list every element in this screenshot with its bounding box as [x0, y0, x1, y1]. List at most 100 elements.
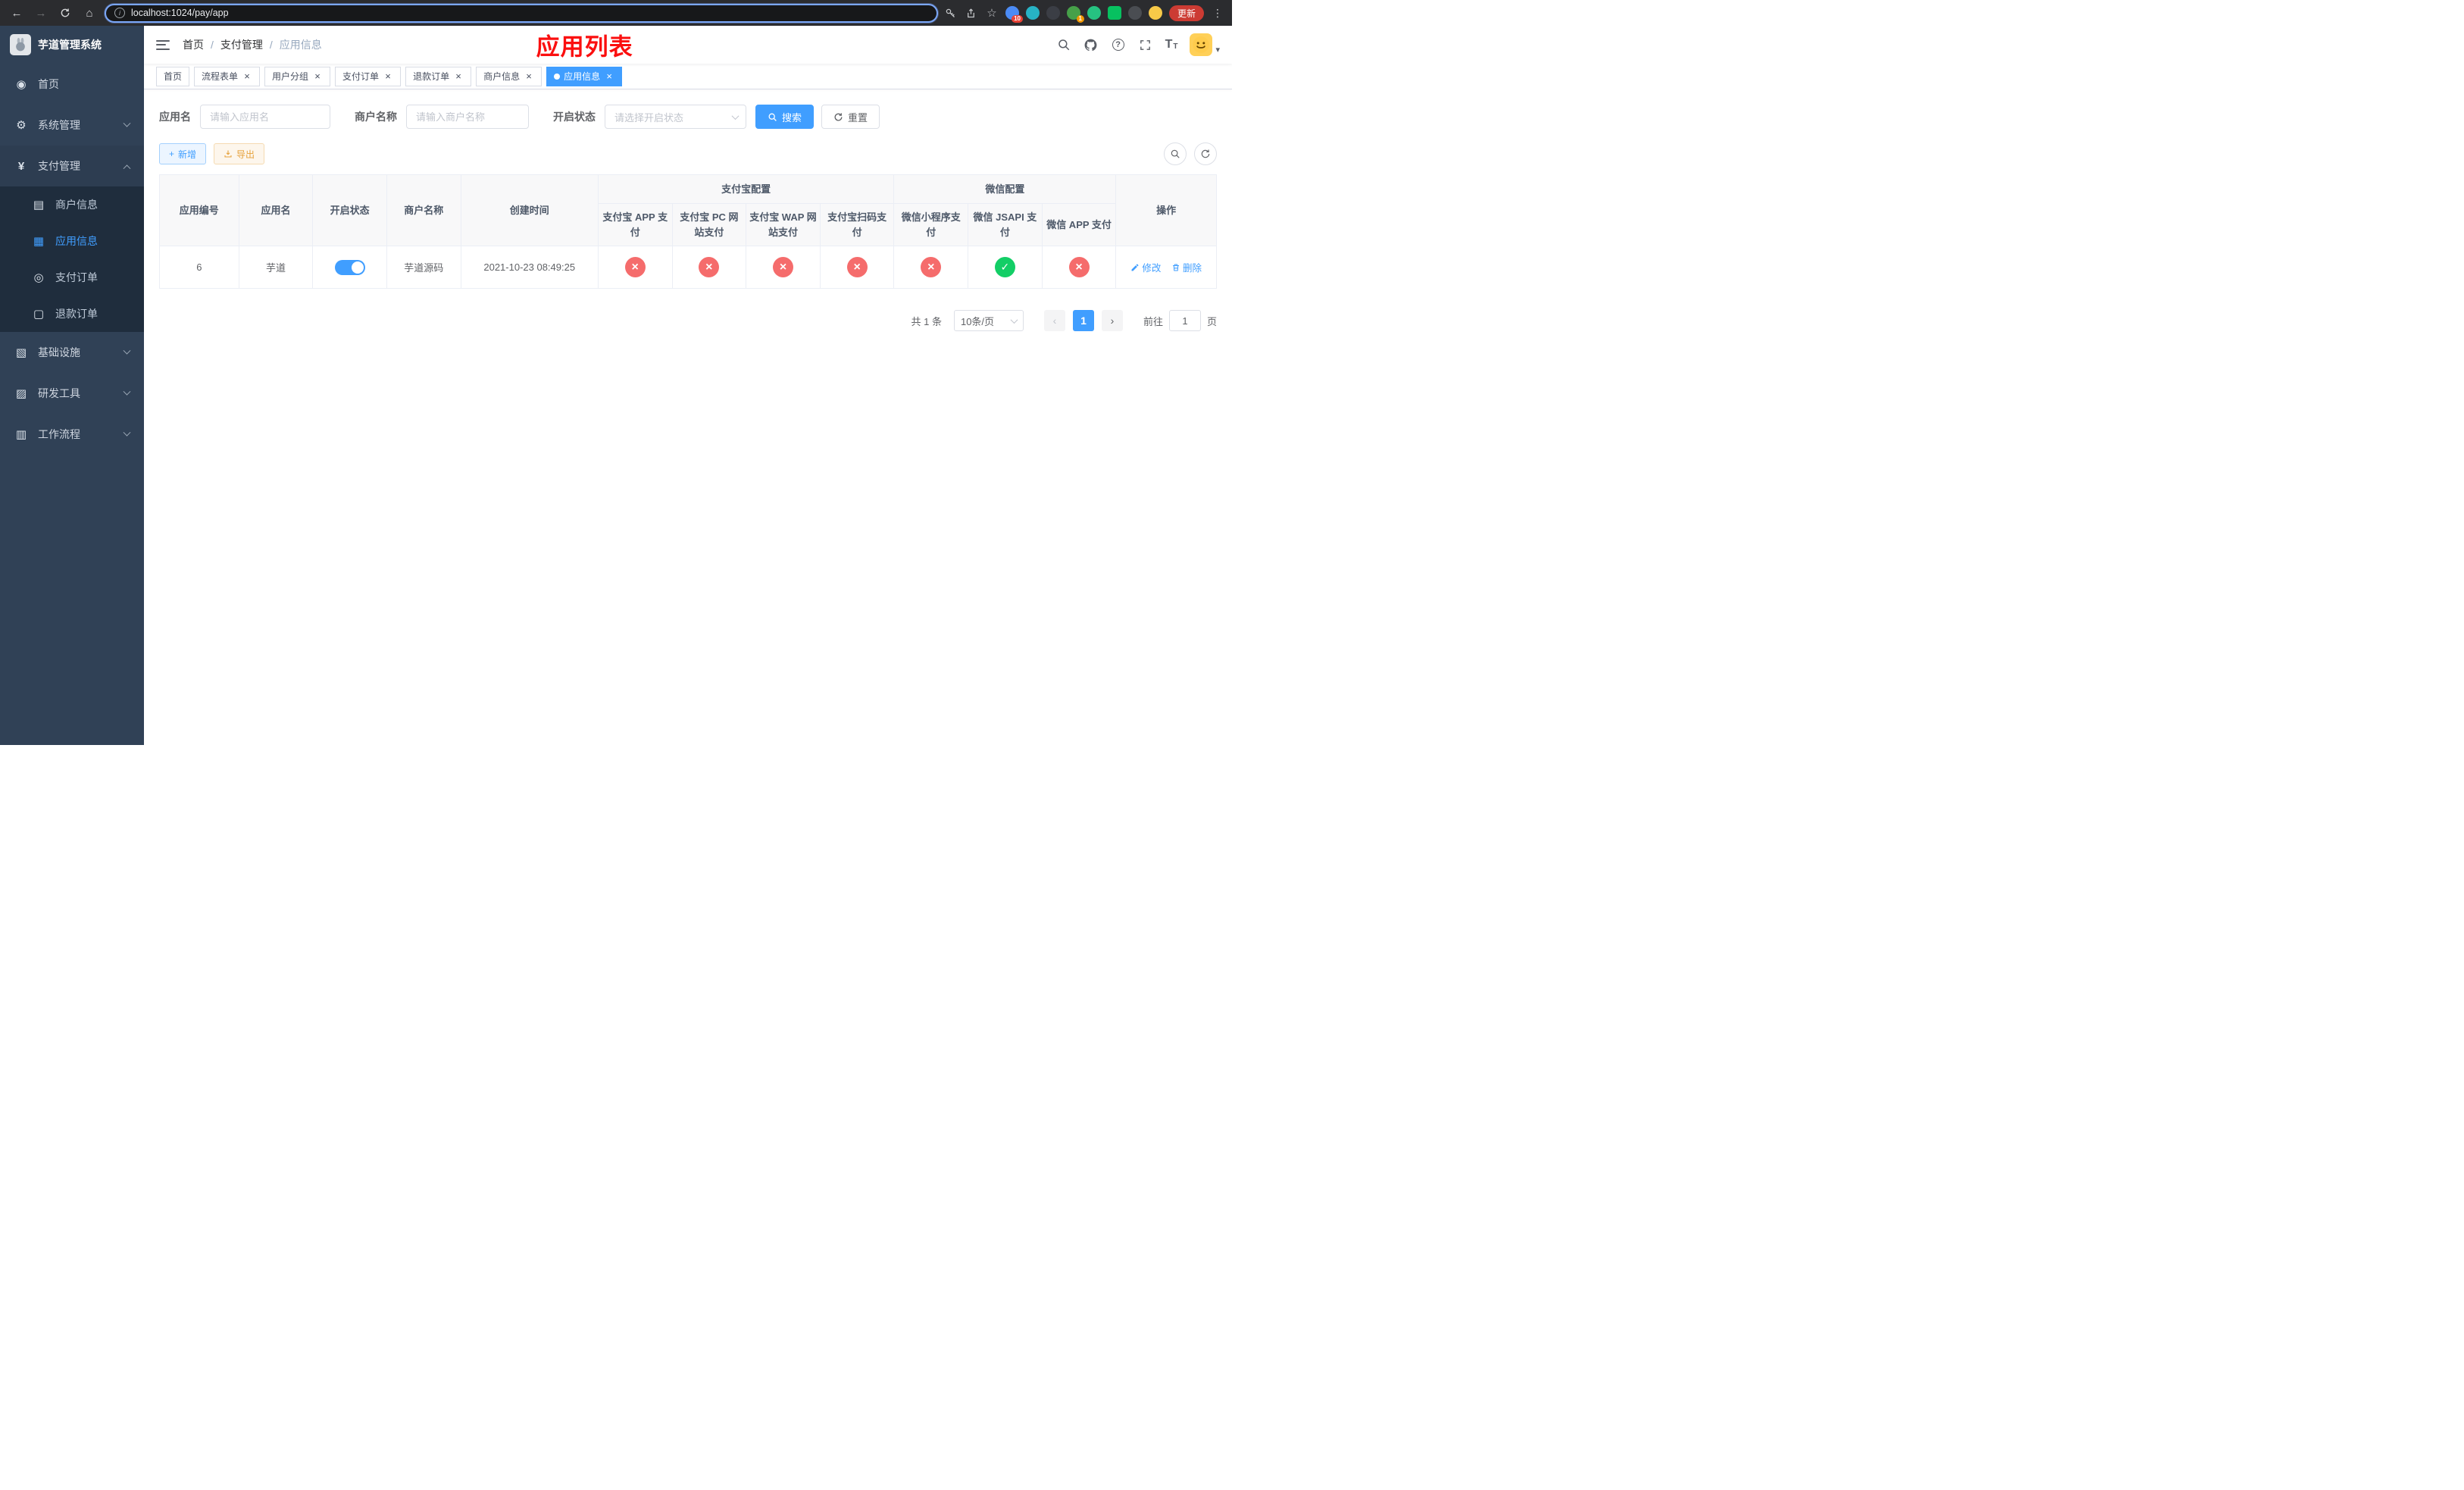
- refresh-button[interactable]: [1194, 142, 1217, 165]
- tab-merchant-info[interactable]: 商户信息 ×: [476, 66, 543, 86]
- goto-label: 前往: [1143, 315, 1163, 327]
- config-status-icon: [994, 257, 1015, 277]
- sidebar-item-refund-order[interactable]: ▢ 退款订单: [0, 296, 144, 332]
- extension-icon[interactable]: [1127, 6, 1142, 20]
- cell-alipay-wap: [746, 246, 821, 289]
- col-alipay-app: 支付宝 APP 支付: [597, 203, 673, 246]
- merchant-icon: ▤: [33, 199, 45, 211]
- browser-reload-icon[interactable]: [56, 4, 74, 22]
- col-group-wechat: 微信配置: [893, 174, 1117, 204]
- avatar: [1190, 33, 1213, 56]
- sidebar-item-home[interactable]: ◉ 首页: [0, 64, 144, 105]
- table-toolbar: + 新增 导出: [159, 142, 1217, 165]
- browser-forward-icon[interactable]: →: [32, 4, 50, 22]
- fullscreen-icon[interactable]: [1138, 37, 1153, 52]
- status-toggle[interactable]: [334, 259, 365, 275]
- chevron-down-icon: [123, 428, 131, 437]
- text-size-icon[interactable]: TT: [1165, 39, 1178, 51]
- app-name-input[interactable]: [200, 105, 330, 129]
- address-bar[interactable]: i localhost:1024/pay/app: [105, 3, 938, 23]
- search-form: 应用名 商户名称 开启状态 请选择开启状态 搜索 重置: [159, 105, 1217, 129]
- tab-refund-order[interactable]: 退款订单 ×: [405, 66, 472, 86]
- config-status-icon: [846, 257, 868, 277]
- close-icon[interactable]: ×: [312, 71, 323, 82]
- sidebar-item-merchant-info[interactable]: ▤ 商户信息: [0, 186, 144, 223]
- sidebar-item-dev-tools[interactable]: ▨ 研发工具: [0, 373, 144, 414]
- breadcrumb-section[interactable]: 支付管理: [220, 37, 263, 52]
- order-icon: ◎: [33, 271, 44, 284]
- col-merchant: 商户名称: [386, 174, 461, 246]
- bookmark-star-icon[interactable]: ☆: [985, 6, 999, 20]
- sidebar: 芋道管理系统 ◉ 首页 ⚙ 系统管理 ¥ 支付管理 ▤ 商户信息 ▦ 应用信息 …: [0, 26, 144, 745]
- sidebar-item-system[interactable]: ⚙ 系统管理: [0, 105, 144, 146]
- config-status-icon: [624, 257, 646, 277]
- tab-user-group[interactable]: 用户分组 ×: [264, 66, 331, 86]
- sidebar-item-infrastructure[interactable]: ▧ 基础设施: [0, 332, 144, 373]
- add-button[interactable]: + 新增: [159, 143, 207, 164]
- share-icon[interactable]: [965, 6, 978, 20]
- extension-icon[interactable]: 10: [1005, 6, 1023, 23]
- sidebar-item-label: 系统管理: [38, 119, 80, 131]
- tab-process-form[interactable]: 流程表单 ×: [194, 66, 261, 86]
- refund-icon: ▢: [33, 308, 45, 321]
- password-key-icon[interactable]: [944, 6, 958, 20]
- delete-link[interactable]: 删除: [1171, 260, 1202, 274]
- browser-update-button[interactable]: 更新: [1168, 5, 1204, 21]
- prev-page-button[interactable]: ‹: [1043, 310, 1065, 331]
- hamburger-icon[interactable]: [156, 39, 170, 50]
- merchant-name-label: 商户名称: [355, 111, 397, 123]
- extension-icon[interactable]: [1107, 6, 1121, 20]
- extension-icon[interactable]: [1046, 6, 1060, 20]
- user-avatar-dropdown[interactable]: ▾: [1190, 33, 1220, 56]
- close-icon[interactable]: ×: [524, 71, 534, 82]
- tab-home[interactable]: 首页: [156, 66, 190, 86]
- sidebar-item-label: 支付订单: [55, 271, 98, 283]
- tab-app-info[interactable]: 应用信息 ×: [546, 66, 623, 86]
- status-select[interactable]: 请选择开启状态: [605, 105, 746, 129]
- close-icon[interactable]: ×: [383, 71, 393, 82]
- sidebar-item-pay-order[interactable]: ◎ 支付订单: [0, 259, 144, 296]
- browser-back-icon[interactable]: ←: [8, 4, 26, 22]
- extension-icon[interactable]: [1087, 6, 1101, 20]
- close-icon[interactable]: ×: [453, 71, 464, 82]
- plus-icon: +: [169, 149, 175, 159]
- search-button[interactable]: 搜索: [755, 105, 815, 129]
- merchant-name-input[interactable]: [406, 105, 529, 129]
- page-1-button[interactable]: 1: [1072, 310, 1094, 331]
- extension-icon[interactable]: [1025, 6, 1040, 20]
- sidebar-item-workflow[interactable]: ▥ 工作流程: [0, 414, 144, 455]
- app-logo[interactable]: 芋道管理系统: [0, 26, 144, 64]
- breadcrumb-home[interactable]: 首页: [183, 37, 204, 52]
- github-icon[interactable]: [1083, 37, 1099, 52]
- extension-icon[interactable]: [1148, 6, 1162, 20]
- sidebar-item-label: 工作流程: [38, 428, 80, 440]
- chevron-down-icon: [123, 346, 131, 355]
- close-icon[interactable]: ×: [604, 71, 614, 82]
- search-icon[interactable]: [1056, 37, 1071, 52]
- sidebar-item-payment[interactable]: ¥ 支付管理: [0, 146, 144, 186]
- chevron-down-icon: ▾: [1215, 45, 1220, 55]
- close-icon[interactable]: ×: [242, 71, 252, 82]
- toggle-search-button[interactable]: [1164, 142, 1187, 165]
- sidebar-item-app-info[interactable]: ▦ 应用信息: [0, 223, 144, 259]
- breadcrumb: 首页 / 支付管理 / 应用信息: [183, 37, 322, 52]
- table-row: 6 芋道 芋道源码 2021-10-23 08:49:25 × × × × × …: [159, 246, 1217, 289]
- goto-page-input[interactable]: [1168, 310, 1201, 331]
- extension-icon[interactable]: 1: [1066, 6, 1084, 23]
- browser-home-icon[interactable]: ⌂: [80, 4, 98, 22]
- sidebar-item-label: 首页: [38, 78, 59, 90]
- sidebar-group-payment: ¥ 支付管理 ▤ 商户信息 ▦ 应用信息 ◎ 支付订单 ▢ 退款订单: [0, 146, 144, 332]
- tab-pay-order[interactable]: 支付订单 ×: [335, 66, 402, 86]
- next-page-button[interactable]: ›: [1101, 310, 1123, 331]
- browser-actions: ☆ 10 1 更新 ⋮: [944, 5, 1224, 23]
- app-grid-icon: ▦: [33, 235, 45, 248]
- page-size-select[interactable]: 10条/页: [953, 310, 1024, 331]
- edit-link[interactable]: 修改: [1130, 260, 1161, 274]
- yen-icon: ¥: [17, 159, 25, 173]
- help-icon[interactable]: ?: [1111, 37, 1126, 52]
- reset-button[interactable]: 重置: [821, 105, 880, 129]
- export-button[interactable]: 导出: [214, 143, 265, 164]
- cell-wechat-app: [1041, 246, 1117, 289]
- site-info-icon[interactable]: i: [114, 8, 125, 18]
- browser-menu-icon[interactable]: ⋮: [1211, 7, 1224, 20]
